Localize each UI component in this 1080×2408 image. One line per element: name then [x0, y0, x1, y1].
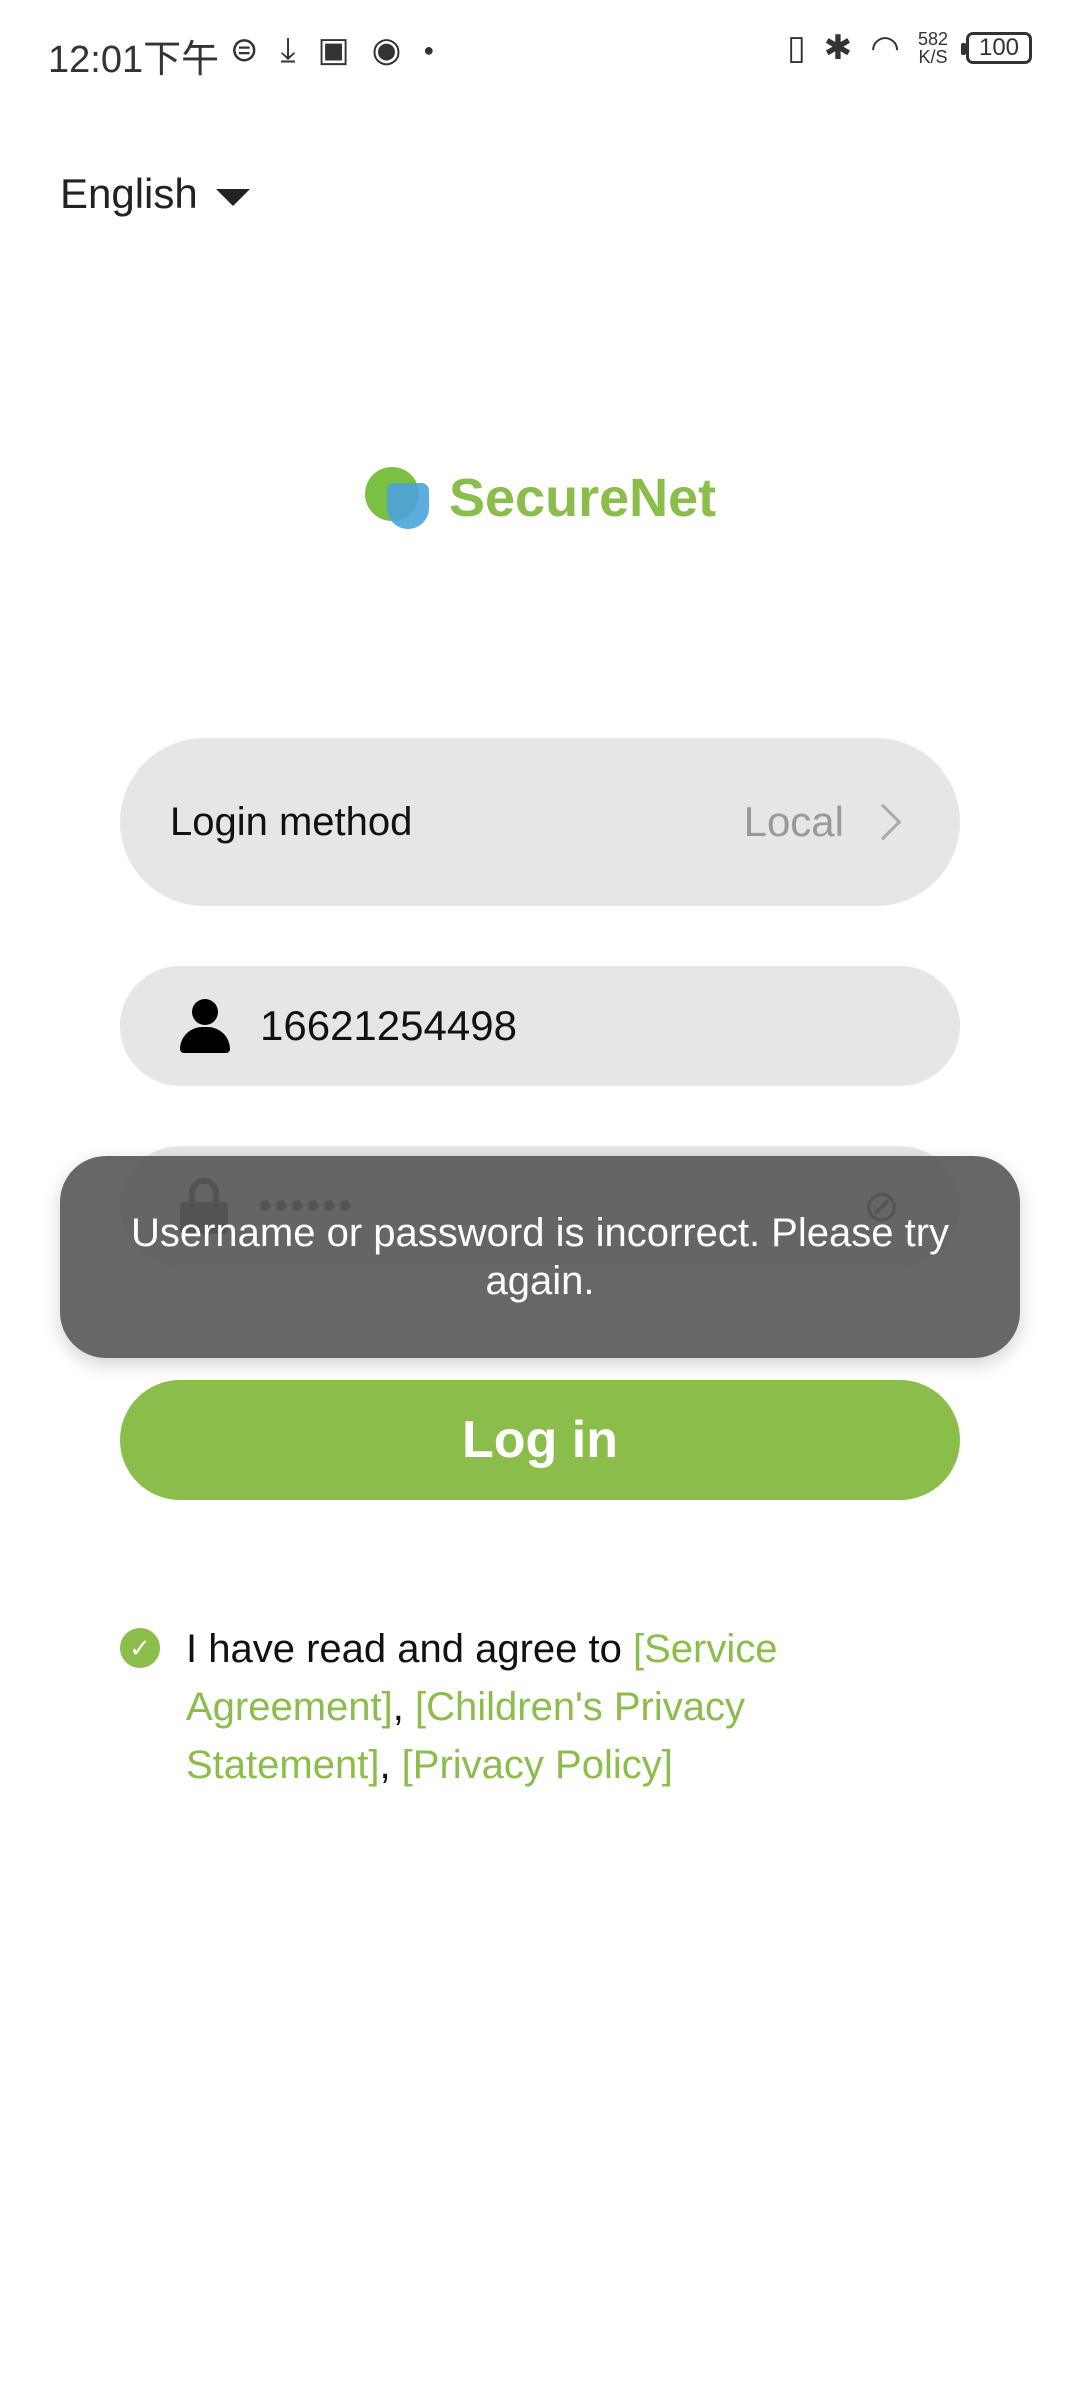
- logo-text: SecureNet: [449, 468, 717, 528]
- download-icon: ⤓: [280, 30, 296, 69]
- vibrate-icon: ▯: [787, 29, 806, 67]
- login-method-selector[interactable]: Login method Local: [120, 738, 960, 906]
- status-bar: 12:01下午 ⊜ ⤓ ▣ ◉ ● ▯ ✱ ◠ 582 K/S 100: [0, 0, 1080, 110]
- login-button[interactable]: Log in: [120, 1380, 960, 1500]
- status-left-icons: ⊜ ⤓ ▣ ◉ ●: [230, 30, 434, 70]
- parking-icon: ▣: [317, 31, 350, 69]
- app-logo: SecureNet: [365, 465, 716, 531]
- login-method-value: Local: [743, 798, 844, 845]
- caret-down-icon: [215, 188, 250, 206]
- agreement-prefix: I have read and agree to: [186, 1627, 633, 1671]
- agreement-row: ✓ I have read and agree to [Service Agre…: [120, 1620, 840, 1794]
- login-method-label: Login method: [170, 799, 413, 844]
- person-icon: [180, 999, 230, 1053]
- network-speed: 582 K/S: [918, 30, 948, 66]
- privacy-policy-link[interactable]: [Privacy Policy]: [402, 1743, 673, 1787]
- agreement-text: I have read and agree to [Service Agreem…: [186, 1620, 840, 1794]
- battery-level: 100: [978, 34, 1020, 61]
- dot-icon: ●: [423, 39, 435, 60]
- error-toast: Username or password is incorrect. Pleas…: [60, 1156, 1020, 1358]
- username-field[interactable]: 16621254498: [120, 966, 960, 1086]
- bluetooth-icon: ✱: [823, 29, 853, 67]
- chevron-right-icon: [864, 803, 902, 841]
- username-value[interactable]: 16621254498: [260, 1002, 517, 1050]
- speed-value: 582: [917, 29, 948, 49]
- wifi-icon: ◠: [870, 29, 900, 67]
- agreement-sep-2: ,: [379, 1743, 402, 1787]
- toast-message: Username or password is incorrect. Pleas…: [130, 1211, 950, 1303]
- speed-unit: K/S: [918, 47, 948, 67]
- battery-icon: 100: [961, 32, 1032, 64]
- check-icon[interactable]: ✓: [120, 1628, 160, 1668]
- language-selector[interactable]: English: [60, 170, 250, 218]
- app-icon: ◉: [371, 31, 402, 69]
- sim-icon: ⊜: [230, 31, 259, 69]
- status-right-icons: ▯ ✱ ◠ 582 K/S 100: [787, 28, 1032, 68]
- agreement-sep-1: ,: [392, 1685, 416, 1729]
- logo-mark-icon: [365, 465, 431, 531]
- language-label: English: [60, 170, 198, 217]
- status-time: 12:01下午: [48, 39, 220, 81]
- login-screen: 12:01下午 ⊜ ⤓ ▣ ◉ ● ▯ ✱ ◠ 582 K/S 100 Engl…: [0, 0, 1080, 2408]
